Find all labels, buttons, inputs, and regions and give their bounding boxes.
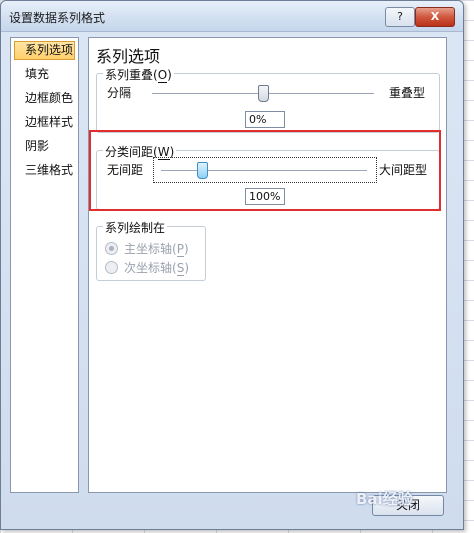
gap-width-group: 分类间距(W) 无间距 大间距型 100% [96, 143, 440, 210]
sidebar-item-fill[interactable]: 填充 [14, 65, 75, 84]
sidebar-item-3d-format[interactable]: 三维格式 [14, 161, 75, 180]
dialog-title: 设置数据系列格式 [9, 11, 106, 25]
secondary-axis-radio[interactable] [105, 261, 118, 274]
primary-axis-radio[interactable] [105, 242, 118, 255]
overlap-value-input[interactable]: 0% [245, 111, 285, 128]
section-title: 系列选项 [96, 47, 161, 66]
options-panel: 系列选项 系列重叠(O) 分隔 重叠型 0% 分类间距(W) 无间距 大间距型 … [88, 37, 447, 493]
sidebar-item-border-color[interactable]: 边框颜色 [14, 89, 75, 108]
title-bar[interactable]: 设置数据系列格式 ? X [1, 1, 463, 32]
overlap-max-label: 重叠型 [389, 86, 426, 100]
primary-axis-option[interactable]: 主坐标轴(P) [105, 240, 189, 257]
watermark-text: Bai经验 [356, 490, 413, 508]
secondary-axis-option[interactable]: 次坐标轴(S) [105, 259, 189, 276]
window-close-button[interactable]: X [415, 7, 455, 27]
gap-value-input[interactable]: 100% [245, 188, 285, 205]
series-overlap-group: 系列重叠(O) 分隔 重叠型 0% [96, 66, 440, 133]
overlap-min-label: 分隔 [107, 86, 132, 100]
gap-slider-thumb[interactable] [197, 162, 209, 179]
help-button[interactable]: ? [385, 7, 415, 27]
gap-slider-track[interactable] [161, 170, 367, 172]
gap-min-label: 无间距 [107, 163, 144, 177]
category-sidebar: 系列选项 填充 边框颜色 边框样式 阴影 三维格式 [10, 37, 79, 493]
format-data-series-dialog: 设置数据系列格式 ? X 系列选项 填充 边框颜色 边框样式 阴影 三维格式 系… [0, 0, 464, 530]
sidebar-item-shadow[interactable]: 阴影 [14, 137, 75, 156]
plot-series-on-legend: 系列绘制在 [103, 219, 168, 236]
plot-series-on-group: 系列绘制在 主坐标轴(P) 次坐标轴(S) [96, 219, 206, 281]
sidebar-item-border-style[interactable]: 边框样式 [14, 113, 75, 132]
gap-max-label: 大间距型 [379, 163, 428, 177]
sidebar-item-series-options[interactable]: 系列选项 [14, 41, 75, 60]
overlap-slider-thumb[interactable] [258, 85, 269, 102]
series-overlap-legend: 系列重叠(O) [103, 66, 174, 83]
